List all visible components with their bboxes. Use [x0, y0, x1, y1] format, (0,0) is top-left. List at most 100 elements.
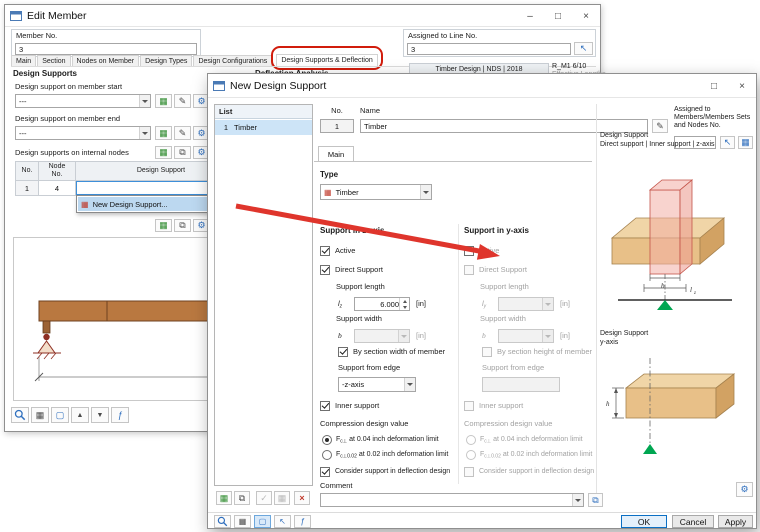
z-axis-preview-image: b l z	[610, 179, 732, 310]
apply-button[interactable]: Apply	[718, 515, 753, 528]
new-support-end-button[interactable]: ▦	[155, 126, 172, 140]
close-button[interactable]: ×	[728, 74, 756, 98]
support-start-select[interactable]: ---	[15, 94, 151, 108]
z-length-spinner[interactable]	[399, 298, 409, 310]
close-button[interactable]: ×	[572, 5, 600, 27]
new-design-support-dialog: New Design Support □ × List 1 Timber ▦ ⧉…	[207, 73, 757, 529]
selection-mode-button[interactable]: ▢	[254, 515, 271, 528]
z-deflection-checkbox[interactable]	[320, 467, 330, 477]
type-label: Type	[320, 170, 339, 179]
layout-icon: ▢	[55, 409, 65, 420]
copy-icon: ⧉	[592, 494, 599, 505]
chevron-down-icon	[139, 127, 150, 139]
z-edge-select[interactable]: -z-axis	[338, 377, 416, 392]
layout-button[interactable]: ▢	[51, 407, 69, 423]
move-up-button[interactable]: ▲	[71, 407, 89, 423]
zoom-button[interactable]	[214, 515, 231, 528]
edit-member-titlebar[interactable]: Edit Member	[5, 5, 600, 27]
z-title: Support in z-axis	[320, 226, 385, 235]
check-icon: ✓	[260, 492, 268, 503]
assigned-line-input[interactable]: 3	[407, 43, 571, 55]
z-direct-checkbox[interactable]	[320, 265, 330, 275]
ok-button[interactable]: OK	[621, 515, 667, 528]
assigned-pick-button[interactable]: ↖	[720, 136, 735, 149]
zoom-button[interactable]	[11, 407, 29, 423]
new-icon: ▦	[159, 127, 168, 138]
preview-y-title: Design Support	[600, 330, 649, 337]
edit-icon: ✎	[178, 95, 187, 106]
comment-select[interactable]	[320, 493, 584, 507]
z-length-input[interactable]: 6.000	[354, 297, 410, 311]
function-icon: ƒ	[117, 409, 123, 420]
y-length-select	[498, 297, 554, 311]
dialog-titlebar[interactable]: New Design Support	[208, 74, 756, 98]
y-compression-label: Compression design value	[464, 419, 553, 428]
cancel-button[interactable]: Cancel	[672, 515, 714, 528]
maximize-button[interactable]: □	[700, 74, 728, 98]
chevron-down-icon	[398, 330, 409, 342]
type-select[interactable]: ▦ Timber	[320, 184, 432, 200]
table-view-button[interactable]: ▦	[31, 407, 49, 423]
z-radio-002-label: Fc⊥0.02 at 0.02 inch deformation limit	[336, 451, 449, 460]
pick-mode-button[interactable]: ↖	[274, 515, 291, 528]
minimize-button[interactable]: –	[516, 5, 544, 27]
z-inner-label: Inner support	[335, 401, 380, 410]
comment-browse-button[interactable]: ⧉	[588, 493, 603, 507]
move-down-button[interactable]: ▼	[91, 407, 109, 423]
tab-main[interactable]: Main	[318, 146, 354, 161]
delete-list-item-button[interactable]: ×	[294, 491, 310, 505]
svg-text:h: h	[606, 400, 610, 408]
y-deflection-checkbox	[464, 467, 474, 477]
y-radio-002-label: Fc⊥0.02 at 0.02 inch deformation limit	[480, 451, 593, 460]
z-active-checkbox[interactable]	[320, 246, 330, 256]
pick-line-button[interactable]: ↖	[574, 42, 593, 55]
support-end-select[interactable]: ---	[15, 126, 151, 140]
design-supports-title: Design Supports	[13, 69, 78, 78]
col-header-no: No.	[15, 161, 39, 181]
assigned-table-button[interactable]: ▦	[738, 136, 753, 149]
y-length-unit: [in]	[560, 299, 571, 308]
y-by-section-checkbox	[482, 347, 492, 357]
svg-text:b: b	[661, 282, 665, 290]
zoom-icon	[14, 409, 26, 421]
z-inner-checkbox[interactable]	[320, 401, 330, 411]
table-view-button[interactable]: ▦	[234, 515, 251, 528]
z-radio-004[interactable]	[322, 435, 332, 445]
edit-support-end-button[interactable]: ✎	[174, 126, 191, 140]
chevron-down-icon	[420, 185, 431, 199]
z-radio-002[interactable]	[322, 450, 332, 460]
arrow-up-icon: ▲	[76, 411, 84, 419]
table-row-node[interactable]: 4	[38, 180, 76, 196]
table-row-no[interactable]: 1	[15, 180, 39, 196]
copy-list-item-button[interactable]: ⧉	[234, 491, 250, 505]
new-list-item-button[interactable]: ▦	[216, 491, 232, 505]
assigned-line-group: Assigned to Line No. 3 ↖	[403, 29, 596, 57]
list-item-timber[interactable]: 1 Timber	[215, 120, 312, 135]
edit-support-start-button[interactable]: ✎	[174, 94, 191, 108]
gear-icon: ⚙	[197, 147, 206, 157]
maximize-button[interactable]: □	[544, 5, 572, 27]
new-icon: ▦	[159, 95, 168, 106]
dialog-title: New Design Support	[230, 79, 327, 92]
check-items-button[interactable]: ✓	[256, 491, 272, 505]
edit-member-tabs: Main Section Nodes on Member Design Type…	[11, 46, 383, 70]
tab-design-supports-deflection[interactable]: Design Supports & Deflection	[276, 54, 378, 66]
preview-y-subtitle: y-axis	[600, 339, 619, 346]
display-options-button[interactable]: ⚙	[736, 482, 753, 497]
function-button[interactable]: ƒ	[111, 407, 129, 423]
function-button[interactable]: ƒ	[294, 515, 311, 528]
z-width-label: Support width	[336, 314, 382, 323]
new-support-start-button[interactable]: ▦	[155, 94, 172, 108]
add-row-button[interactable]: ▦	[155, 146, 172, 159]
z-by-section-checkbox[interactable]	[338, 347, 348, 357]
filter-items-button[interactable]: ▦	[274, 491, 290, 505]
name-input[interactable]: Timber	[360, 119, 648, 133]
y-length-symbol: ly	[482, 299, 487, 310]
rename-button[interactable]: ✎	[652, 119, 668, 133]
duplicate-row-button[interactable]: ⧉	[174, 219, 191, 232]
delete-icon: ×	[299, 492, 305, 503]
pick-icon: ↖	[723, 137, 732, 147]
y-active-checkbox[interactable]	[464, 246, 474, 256]
insert-row-button[interactable]: ▦	[155, 219, 172, 232]
copy-row-button[interactable]: ⧉	[174, 146, 191, 159]
